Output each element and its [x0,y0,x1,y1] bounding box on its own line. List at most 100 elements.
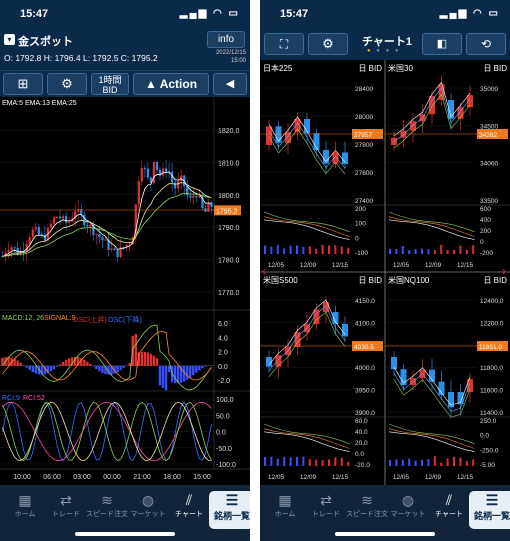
mini-ind-bar [446,250,449,254]
tab-globe[interactable]: ◍ マーケット [127,491,169,529]
mini-price-tick: 35000 [480,86,498,93]
candle-body [140,168,143,182]
candle-body [186,186,189,196]
osc-up-legend: OSC(上昇) [73,317,107,324]
tab-list[interactable]: ☰ 銘柄一覧 [209,491,250,529]
info-button[interactable]: info [207,31,245,48]
current-price-label: 1795.2 [216,208,238,215]
osc-bar [164,365,168,391]
tab-label: ホーム [274,511,296,518]
candle-body [7,250,10,253]
mini-ind-tick: 400 [480,217,491,224]
timeframe-button[interactable]: 1時間 BID [91,73,129,95]
mini-ind-tick: 100 [355,221,366,228]
mini-ind-bar [440,462,443,466]
mini-candle-body [410,378,416,386]
main-chart-area[interactable]: 1820.0 1810.0 1800.0 1795.2 1790.0 1780.0 1770… [0,97,250,485]
osc-bar [201,365,204,369]
mini-price-tick: 12200.0 [480,320,504,327]
tab-chart[interactable]: ⫽ チャート [168,491,210,529]
mini-ind-bar [440,244,443,254]
ema-legend: EMA:5 EMA:13 EMA:25 [2,100,77,107]
symbol-dropdown-icon[interactable]: ▾ [4,34,15,45]
mini-date-label: 12/05 [393,262,410,269]
gear-icon: ⚙ [61,76,73,91]
rci-legend: RCI:9 [2,395,20,402]
tab-label: チャート [435,511,463,518]
mini-date-label: 12/05 [268,474,285,481]
mini-date-label: 12/09 [425,262,442,269]
tab-speed[interactable]: ≋ スピード注文 [346,491,388,529]
tab-grid[interactable]: ▦ ホーム [4,491,46,529]
osc-bar [173,365,177,384]
collapse-button[interactable]: ◀ [213,73,247,95]
candle-body [210,202,213,207]
mini-price-tick: 4100.0 [355,320,375,327]
mini-ind-bar [421,248,423,254]
tab-list[interactable]: ☰ 銘柄一覧 [469,491,510,529]
mini-chart-bid: 日 BID [483,64,507,73]
globe-icon: ◍ [401,492,415,508]
settings-button[interactable]: ⚙ [308,33,348,55]
tab-grid[interactable]: ▦ ホーム [264,491,306,529]
osc-bar [34,365,38,374]
status-time: 15:47 [20,8,49,20]
osc-bar [31,365,35,373]
mini-date-label: 12/15 [332,474,349,481]
chart-icon: ⫽ [185,492,193,508]
tab-refresh[interactable]: ⇄ トレード [45,491,87,529]
mini-ind-bar [289,457,292,466]
signal-wifi-battery-icon: ▂▄▆ ◠ ▭ [179,8,240,19]
mini-chart-bid: 日 BID [358,64,382,73]
mini-ind-bar [421,459,423,466]
mini-price-tick: 28400 [355,86,373,93]
price-tick-label: 1810.0 [218,160,240,167]
fullscreen-button[interactable]: ⛶ [264,33,304,55]
price-tick-label: 1790.0 [218,225,240,232]
mini-ind-bar [427,249,430,254]
mini-ind-bar [395,249,398,254]
layout-button[interactable]: ⊞ [3,73,43,95]
mini-ind-tick: 60.0 [355,418,368,425]
rotate-button[interactable]: ⟲ [466,33,506,55]
osc-bar [146,352,150,366]
macd-tick-label: 2.0 [218,350,228,357]
mini-ind-tick: -100 [355,250,368,257]
compare-button[interactable]: ◧ [422,33,462,55]
settings-button[interactable]: ⚙ [47,73,87,95]
osc-bar [16,360,19,366]
osc-bar [143,351,147,366]
mini-price-tick: 3900.0 [355,410,375,417]
candle-body [58,216,62,219]
action-button[interactable]: ▲ Action [133,73,209,95]
tab-label: マーケット [390,511,426,518]
mini-candle-body [342,323,348,337]
chevron-left-icon: ‹ [262,264,266,278]
chart-icon: ⫽ [445,492,453,508]
mini-price-tick: 4150.0 [355,298,375,305]
time-tick-label: 21:00 [133,474,151,481]
candle-body [207,202,210,212]
symbol-name[interactable]: 金スポット [18,33,73,49]
osc-bar [25,365,28,368]
tab-chart[interactable]: ⫽ チャート [428,491,470,529]
macd-tick-label: 6.0 [218,321,228,328]
mini-candle-body [467,379,473,392]
osc-bar [58,364,62,366]
mini-ind-bar [264,456,266,466]
mini-ind-bar [283,248,286,254]
mini-price-tick: 34000 [480,161,498,168]
quote-open: O: 1792.8 [4,53,42,63]
tab-globe[interactable]: ◍ マーケット [387,491,429,529]
tab-speed[interactable]: ≋ スピード注文 [86,491,128,529]
mini-ind-bar [264,245,266,254]
price-tick-label: 1770.0 [218,290,240,297]
osc-bar [101,365,104,373]
mini-candle-body [342,152,348,165]
tab-refresh[interactable]: ⇄ トレード [305,491,347,529]
mini-price-tick: 4000.0 [355,365,375,372]
multi-chart-area[interactable]: 日本225 日 BID 28400 28000 27800 27600 27400 27957… [260,60,510,485]
candle-body [164,168,168,172]
price-tick-label: 1820.0 [218,128,240,135]
mini-current-label: 34262 [479,132,497,139]
